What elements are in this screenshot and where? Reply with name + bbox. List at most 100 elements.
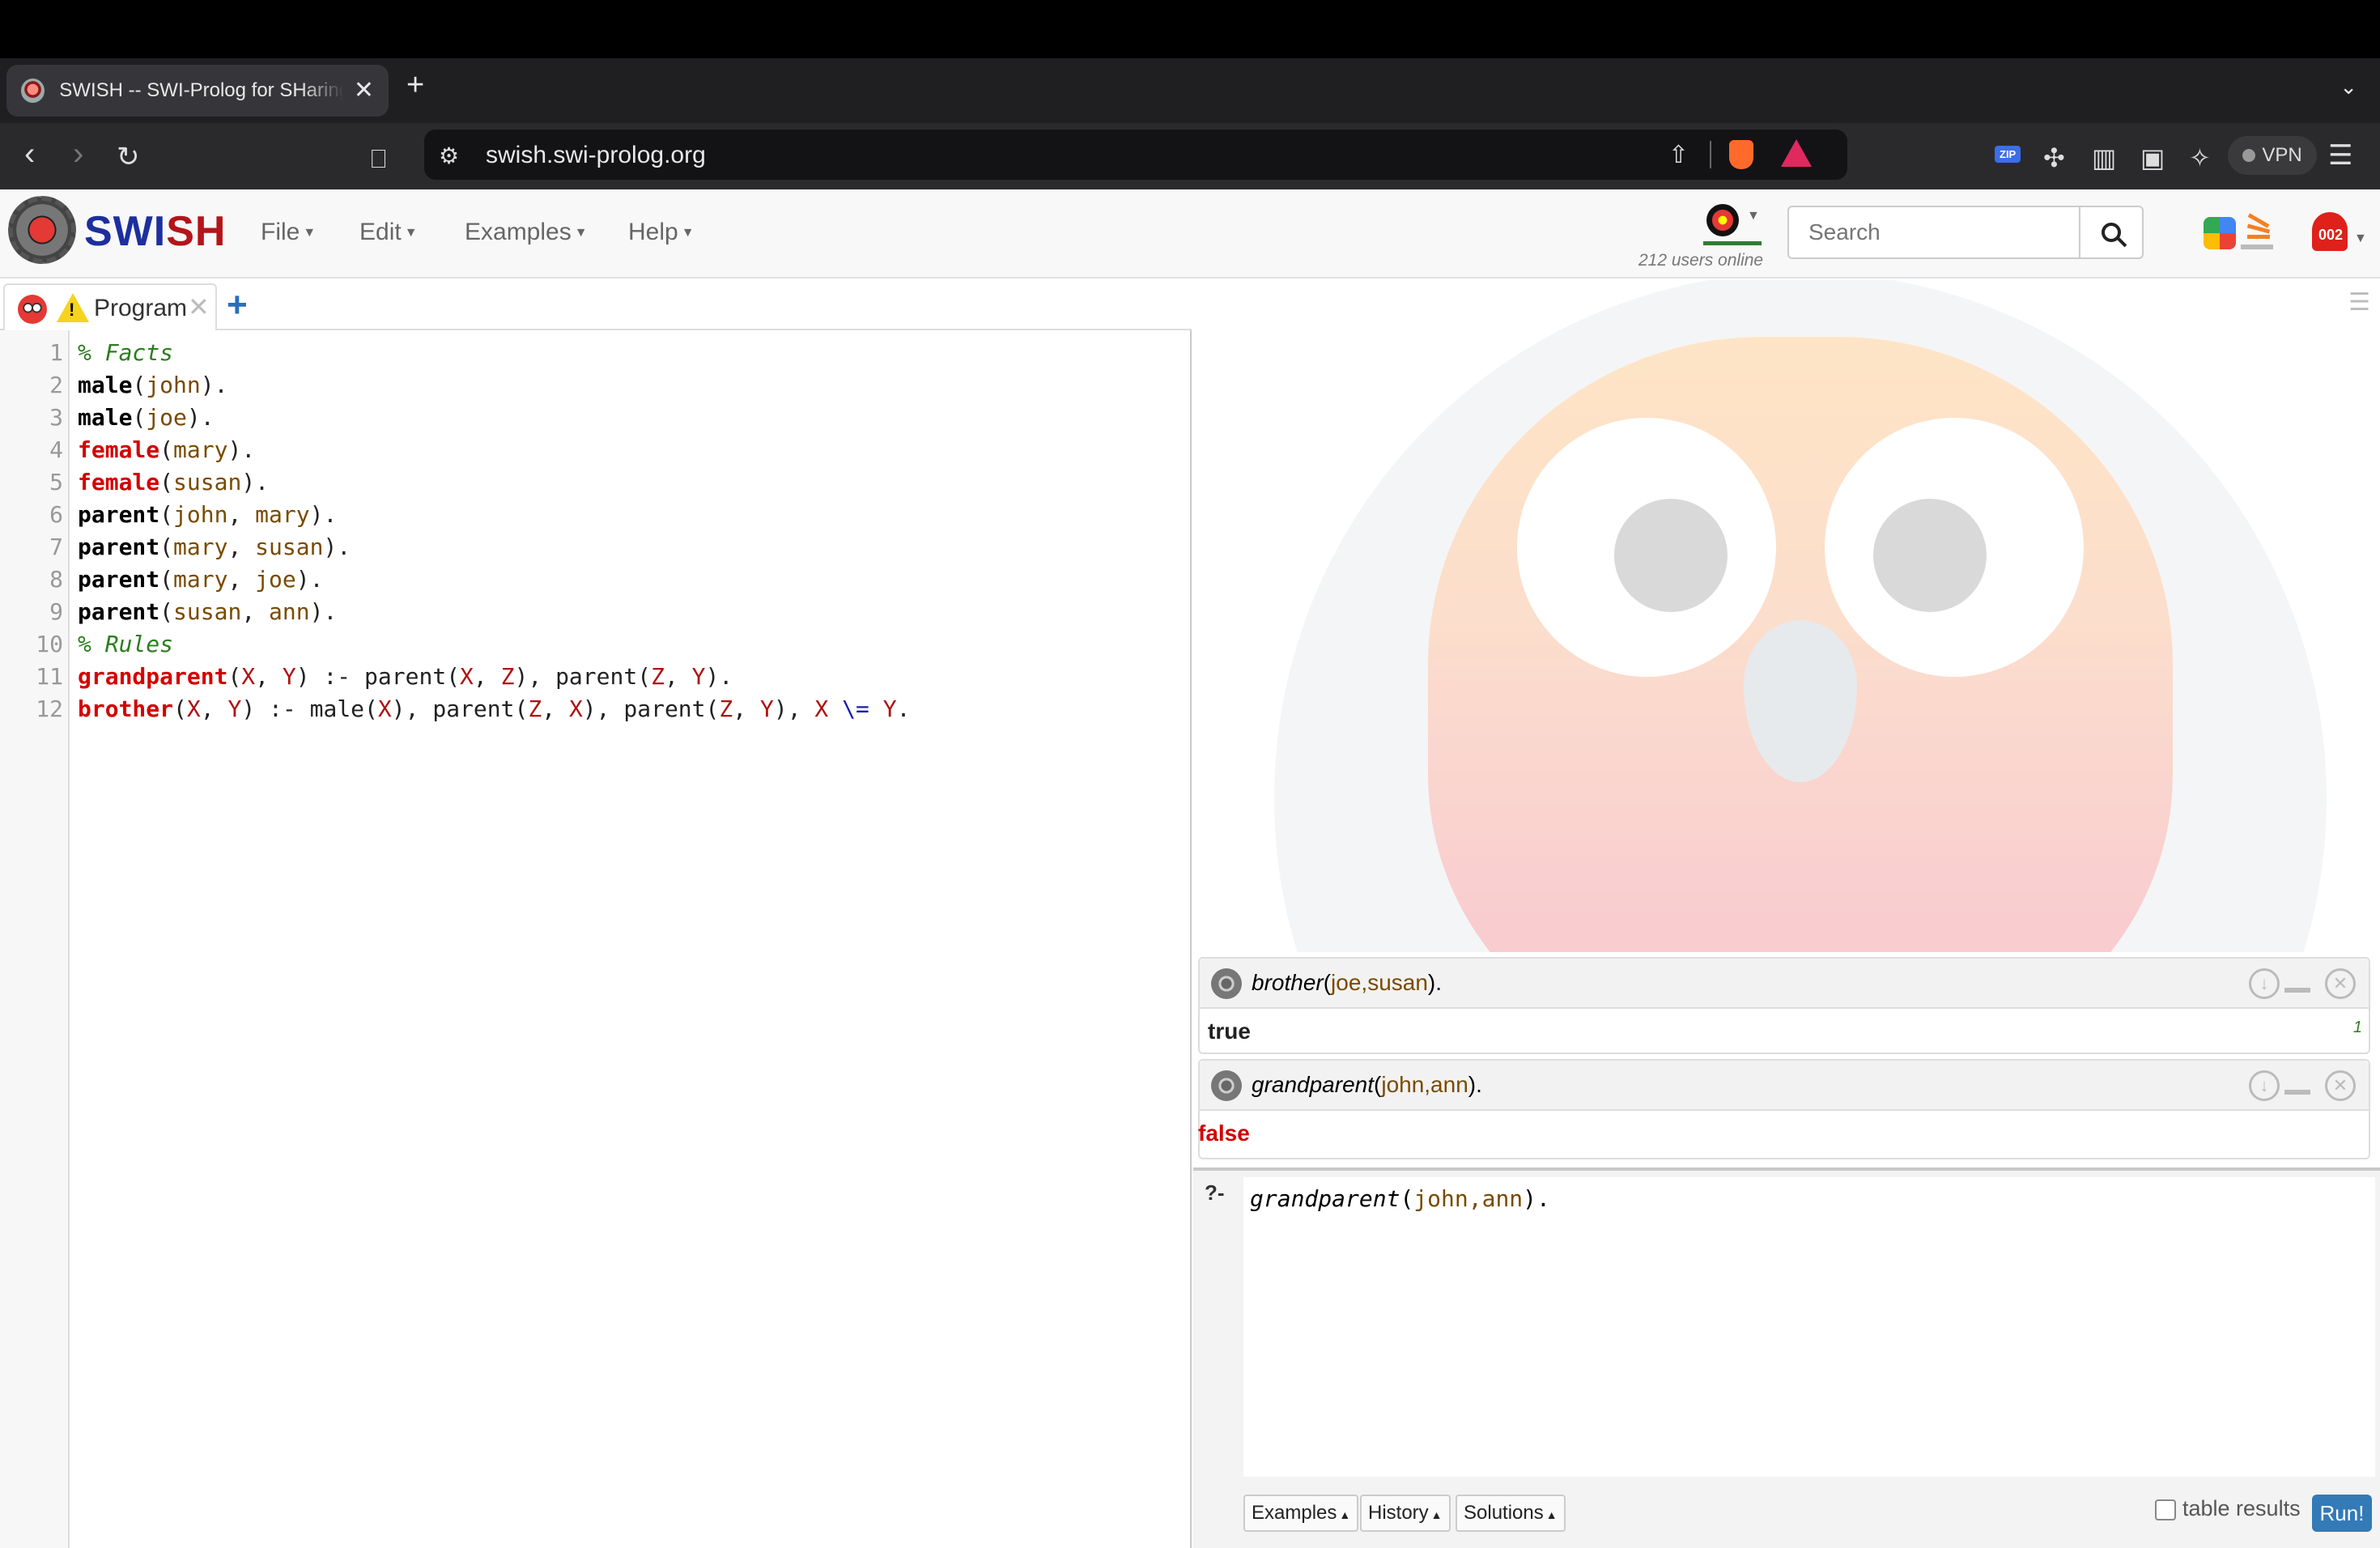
download-icon[interactable]: ↓ — [2249, 1070, 2280, 1101]
leo-ai-icon[interactable]: ✧ — [2189, 142, 2211, 173]
bookmark-icon[interactable]: ⎕ — [371, 142, 386, 175]
answer-result: true — [1208, 1019, 1251, 1044]
browser-menu-icon[interactable]: ☰ — [2328, 139, 2352, 172]
site-settings-icon[interactable]: ⚙ — [439, 142, 459, 169]
close-tab-icon[interactable]: ✕ — [188, 291, 210, 322]
solutions-button[interactable]: Solutions ▲ — [1456, 1495, 1566, 1532]
code-line-text: female(mary). — [78, 436, 256, 463]
line-number: 3 — [49, 404, 63, 431]
owl-icon — [18, 295, 47, 324]
answer-block: grandparent(john,ann). ↓ ✕ false — [1198, 1059, 2370, 1159]
address-bar[interactable]: ⚙ swish.swi-prolog.org ⇧ — [424, 130, 1847, 180]
address-divider — [1710, 141, 1711, 168]
line-number: 12 — [36, 695, 63, 722]
query-predicate: grandparent — [1252, 1072, 1375, 1097]
solutions-button-label: Solutions — [1464, 1502, 1544, 1524]
google-scholar-icon[interactable] — [2204, 217, 2236, 249]
notifications-caret-down-icon[interactable]: ▼ — [2354, 232, 2367, 246]
code-line-text: grandparent(X, Y) :- parent(X, Z), paren… — [78, 663, 733, 690]
browser-tab-swish[interactable]: SWISH -- SWI-Prolog for SHaring ✕ — [6, 65, 389, 117]
table-results-label: table results — [2182, 1496, 2301, 1520]
add-tab-button[interactable]: + — [227, 285, 248, 325]
forward-arrow-icon[interactable]: › — [73, 138, 83, 170]
search-button[interactable] — [2079, 206, 2144, 259]
zip-extension-icon[interactable]: ZIP — [1995, 146, 2021, 163]
menu-edit-label: Edit — [359, 219, 402, 245]
browser-tab-strip: SWISH -- SWI-Prolog for SHaring ✕ — [0, 58, 2380, 123]
menu-examples[interactable]: Examples ▼ — [465, 219, 588, 246]
code-line-text: parent(mary, joe). — [78, 566, 324, 593]
program-editor-pane: ! Program ✕ + 1 % Facts 2 male(john). 3 mal… — [0, 280, 1192, 1548]
caret-down-icon: ▼ — [681, 226, 695, 240]
examples-button[interactable]: Examples ▲ — [1243, 1495, 1359, 1532]
history-button-label: History — [1368, 1502, 1429, 1524]
caret-up-icon: ▲ — [1339, 1508, 1351, 1521]
query-text[interactable]: grandparent(john,ann). — [1250, 1185, 1550, 1212]
code-line-text: % Rules — [78, 631, 174, 657]
sidebar-icon[interactable]: ▥ — [2092, 142, 2116, 173]
brave-rewards-icon[interactable] — [1781, 139, 1812, 167]
menu-file[interactable]: File ▼ — [261, 219, 316, 246]
search-input[interactable] — [1787, 206, 2080, 259]
code-line-text: male(john). — [78, 372, 228, 398]
close-answer-icon[interactable]: ✕ — [2325, 968, 2356, 999]
swish-brand[interactable]: SWISH — [84, 207, 226, 256]
share-icon[interactable]: ⇧ — [1668, 141, 1689, 169]
user-caret-down-icon[interactable]: ▼ — [1747, 209, 1760, 223]
back-arrow-icon[interactable]: ‹ — [24, 138, 35, 170]
tab-program[interactable]: ! Program ✕ — [3, 283, 217, 330]
code-line-text: % Facts — [78, 339, 174, 366]
tab-list-chevron-icon[interactable]: ⌄ — [2340, 74, 2357, 100]
close-answer-icon[interactable]: ✕ — [2325, 1070, 2356, 1101]
search-icon — [2102, 223, 2121, 242]
extensions-puzzle-icon[interactable]: ✣ — [2043, 142, 2065, 173]
query-editor[interactable]: grandparent(john,ann). — [1243, 1177, 2375, 1477]
close-tab-icon[interactable]: ✕ — [354, 79, 374, 103]
menu-edit[interactable]: Edit ▼ — [359, 219, 418, 246]
new-tab-button[interactable]: + — [406, 70, 424, 100]
table-results-checkbox[interactable] — [2155, 1499, 2176, 1520]
browser-tab-title: SWISH -- SWI-Prolog for SHaring — [59, 79, 344, 101]
brand-text-sh: SH — [166, 208, 227, 255]
line-number: 11 — [36, 663, 63, 690]
wallet-icon[interactable]: ▣ — [2140, 142, 2165, 173]
caret-up-icon: ▲ — [1430, 1508, 1443, 1521]
download-icon[interactable]: ↓ — [2249, 968, 2280, 999]
stackoverflow-icon[interactable] — [2241, 213, 2273, 249]
line-number: 7 — [49, 534, 63, 560]
tab-program-label: Program — [94, 295, 188, 321]
user-status-bar — [1703, 241, 1762, 245]
results-pane: ☰ brother(joe,susan). ↓ ✕ true 1 grandpa… — [1193, 280, 2380, 1548]
query-prompt: ?- — [1205, 1180, 1225, 1205]
address-url[interactable]: swish.swi-prolog.org — [486, 142, 706, 169]
swish-logo-icon[interactable] — [8, 196, 76, 264]
user-avatar-icon[interactable] — [1706, 204, 1739, 236]
menu-examples-label: Examples — [465, 219, 572, 245]
history-button[interactable]: History ▲ — [1360, 1495, 1451, 1532]
users-online-count: 212 users online — [1638, 251, 1764, 270]
brave-shields-icon[interactable] — [1729, 140, 1753, 169]
line-number: 5 — [49, 469, 63, 495]
line-number: 10 — [36, 631, 63, 657]
line-number: 8 — [49, 566, 63, 593]
reload-icon[interactable]: ↻ — [117, 141, 140, 173]
line-number: 1 — [49, 339, 63, 366]
notifications-badge: 002 — [2318, 227, 2344, 243]
code-line-text: female(susan). — [78, 469, 270, 495]
query-predicate: brother — [1252, 970, 1324, 995]
vpn-button[interactable]: VPN — [2228, 136, 2317, 175]
pane-menu-icon[interactable]: ☰ — [2348, 288, 2370, 317]
menu-help[interactable]: Help ▼ — [628, 219, 695, 246]
caret-up-icon: ▲ — [1545, 1508, 1558, 1521]
brand-text-swi: SWI — [84, 208, 167, 255]
minimize-icon[interactable] — [2284, 988, 2310, 993]
code-line-text: parent(susan, ann). — [78, 598, 338, 625]
minimize-icon[interactable] — [2284, 1090, 2310, 1095]
swish-navbar: SWISH File ▼ Edit ▼ Examples ▼ Help ▼ ▼ 212 … — [0, 189, 2380, 279]
caret-down-icon: ▼ — [574, 226, 588, 240]
code-line-text: parent(john, mary). — [78, 501, 338, 528]
answer-header: grandparent(john,ann). ↓ ✕ — [1200, 1061, 2369, 1111]
run-button[interactable]: Run! — [2312, 1495, 2372, 1532]
browser-nav-bar: ‹ › ↻ ⎕ ⚙ swish.swi-prolog.org ⇧ ZIP ✣ ▥… — [0, 123, 2380, 189]
query-args: joe,susan — [1331, 970, 1428, 995]
